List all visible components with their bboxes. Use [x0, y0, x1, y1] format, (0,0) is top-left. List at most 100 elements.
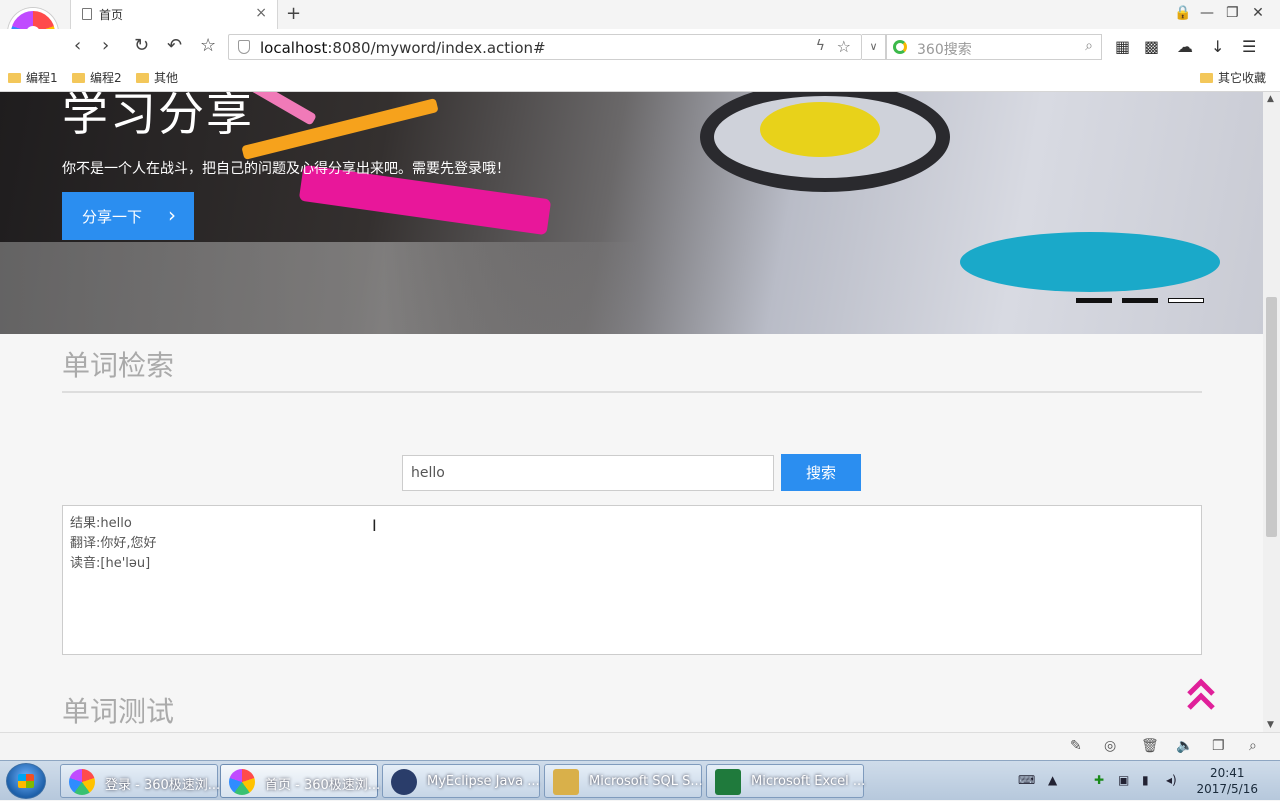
window-icon[interactable]: ❐ — [1212, 738, 1225, 754]
bookmark-folder-3[interactable]: 其他 — [136, 69, 178, 86]
section-title-word-search: 单词检索 — [62, 349, 175, 382]
undo-close-icon[interactable]: ↶ — [167, 36, 182, 56]
volume-tray-icon[interactable]: ◂) — [1166, 773, 1177, 787]
carousel-indicators — [1076, 298, 1204, 303]
download-icon[interactable]: ↓ — [1211, 37, 1224, 56]
taskbar-item-label: 首页 - 360极速浏... — [265, 778, 381, 793]
security-shield-icon[interactable] — [238, 40, 250, 54]
result-line-word: 结果:hello — [70, 516, 132, 531]
system-tray: ⌨ ▲ ✚ ▣ ▮ ◂) 20:41 2017/5/16 — [1010, 761, 1280, 801]
carousel-dot-1[interactable] — [1076, 298, 1112, 303]
bookmarks-bar: 编程1 编程2 其他 其它收藏 — [0, 65, 1280, 91]
taskbar-item-home[interactable]: 首页 - 360极速浏... — [220, 764, 381, 798]
address-dropdown-icon[interactable]: ∨ — [862, 34, 886, 60]
folder-icon — [1200, 73, 1213, 83]
menu-icon[interactable]: ☰ — [1242, 37, 1256, 56]
clock-date: 2017/5/16 — [1196, 782, 1258, 796]
section-title-word-test: 单词测试 — [62, 695, 175, 728]
taskbar-item-login[interactable]: 登录 - 360极速浏... — [60, 764, 221, 798]
360-browser-icon — [69, 769, 95, 795]
folder-icon — [72, 73, 85, 83]
clock[interactable]: 20:41 2017/5/16 — [1196, 765, 1258, 797]
bookmark-label: 编程1 — [26, 71, 58, 85]
accelerate-icon[interactable]: ◎ — [1104, 738, 1116, 754]
carousel-dot-2[interactable] — [1122, 298, 1158, 303]
tab-home[interactable]: 首页 × — [70, 0, 278, 29]
hero-decor — [760, 102, 880, 157]
360-search-logo-icon — [893, 40, 907, 54]
carousel-dot-3[interactable] — [1168, 298, 1204, 303]
hero-title: 学习分享 — [62, 92, 254, 141]
excel-icon — [715, 769, 741, 795]
chevron-right-icon: › — [168, 203, 176, 227]
hero-decor — [0, 242, 640, 334]
favorite-star-icon[interactable]: ☆ — [200, 36, 216, 56]
text-cursor-icon: I — [372, 516, 377, 535]
scroll-down-icon[interactable]: ▼ — [1267, 720, 1274, 730]
browser-status-bar: ✎ ◎ 🗑 🔈 ❐ ⌕ — [0, 732, 1280, 760]
bookmark-label: 其他 — [154, 71, 179, 85]
network-icon[interactable]: ▣ — [1118, 773, 1129, 787]
pin-icon[interactable]: ✎ — [1070, 738, 1082, 754]
security-tray-icon[interactable]: ✚ — [1094, 773, 1104, 787]
keyboard-icon[interactable]: ⌨ — [1018, 773, 1035, 787]
folder-icon — [136, 73, 149, 83]
bookmark-folder-1[interactable]: 编程1 — [8, 69, 58, 86]
word-search-input[interactable] — [402, 455, 774, 491]
reload-icon[interactable]: ↻ — [134, 36, 149, 56]
hero-decor — [241, 98, 439, 160]
browser-chrome: 首页 × + 🔒 — ❐ ✕ ‹ › ↻ ↶ ☆ localhost:8080/… — [0, 0, 1280, 92]
speed-mode-icon[interactable]: ϟ — [816, 38, 825, 54]
taskbar-item-myeclipse[interactable]: MyEclipse Java ... — [382, 764, 540, 798]
windows-taskbar: 登录 - 360极速浏... 首页 - 360极速浏... MyEclipse … — [0, 760, 1280, 800]
forward-icon[interactable]: › — [102, 36, 109, 56]
cloud-icon[interactable]: ☁ — [1177, 37, 1193, 56]
search-engine-box[interactable]: 360搜索 ⌕ — [886, 34, 1102, 60]
bookmark-star-icon[interactable]: ☆ — [837, 37, 851, 56]
taskbar-item-sqlserver[interactable]: Microsoft SQL S... — [544, 764, 703, 798]
trash-icon[interactable]: 🗑 — [1141, 738, 1159, 754]
qr-code-icon[interactable]: ▩ — [1144, 37, 1159, 56]
clock-time: 20:41 — [1209, 766, 1245, 780]
result-line-pronunciation: 读音:[he'ləu] — [70, 556, 151, 571]
vertical-scrollbar[interactable]: ▲ ▼ — [1263, 92, 1280, 732]
close-window-button[interactable]: ✕ — [1252, 5, 1264, 21]
scrollbar-thumb[interactable] — [1266, 297, 1277, 537]
start-button[interactable] — [6, 763, 46, 799]
page-icon — [82, 8, 92, 20]
window-controls: 🔒 — ❐ ✕ — [1174, 5, 1264, 21]
url-text[interactable]: localhost:8080/myword/index.action# — [260, 39, 546, 57]
bookmark-folder-other[interactable]: 其它收藏 — [1200, 69, 1266, 86]
skin-icon[interactable]: 🔒 — [1174, 5, 1191, 21]
address-bar[interactable]: localhost:8080/myword/index.action# ϟ ☆ — [228, 34, 862, 60]
tab-close-icon[interactable]: × — [255, 5, 267, 21]
scroll-up-icon[interactable]: ▲ — [1267, 94, 1274, 104]
tab-title: 首页 — [99, 8, 124, 22]
back-to-top-icon[interactable] — [1186, 678, 1216, 712]
share-button[interactable]: 分享一下 › — [62, 192, 194, 240]
result-textarea[interactable]: 结果:hello 翻译:你好,您好 读音:[he'ləu] — [62, 505, 1202, 655]
taskbar-item-label: MyEclipse Java ... — [427, 774, 540, 789]
url-path: :8080/myword/index.action# — [327, 39, 546, 57]
search-icon[interactable]: ⌕ — [1085, 38, 1093, 54]
new-tab-button[interactable]: + — [286, 3, 301, 24]
back-icon[interactable]: ‹ — [74, 36, 81, 56]
show-hidden-icons-icon[interactable]: ▲ — [1048, 773, 1057, 787]
volume-icon[interactable]: 🔈 — [1176, 738, 1193, 754]
page-viewport: 学习分享 你不是一个人在战斗，把自己的问题及心得分享出来吧。需要先登录哦！ 分享… — [0, 92, 1263, 732]
taskbar-item-label: 登录 - 360极速浏... — [105, 778, 221, 793]
hero-subtitle: 你不是一个人在战斗，把自己的问题及心得分享出来吧。需要先登录哦！ — [62, 161, 510, 177]
zoom-icon[interactable]: ⌕ — [1249, 738, 1257, 754]
minimize-button[interactable]: — — [1200, 5, 1214, 21]
power-icon[interactable]: ▮ — [1142, 773, 1149, 787]
search-button[interactable]: 搜索 — [781, 454, 861, 491]
sql-server-icon — [553, 769, 579, 795]
maximize-button[interactable]: ❐ — [1226, 5, 1239, 21]
apps-grid-icon[interactable]: ▦ — [1115, 37, 1130, 56]
bookmark-label: 编程2 — [90, 71, 122, 85]
url-host: localhost — [260, 39, 328, 57]
result-line-translation: 翻译:你好,您好 — [70, 536, 157, 551]
hero-banner: 学习分享 你不是一个人在战斗，把自己的问题及心得分享出来吧。需要先登录哦！ 分享… — [0, 92, 1263, 334]
bookmark-folder-2[interactable]: 编程2 — [72, 69, 122, 86]
taskbar-item-excel[interactable]: Microsoft Excel ... — [706, 764, 865, 798]
